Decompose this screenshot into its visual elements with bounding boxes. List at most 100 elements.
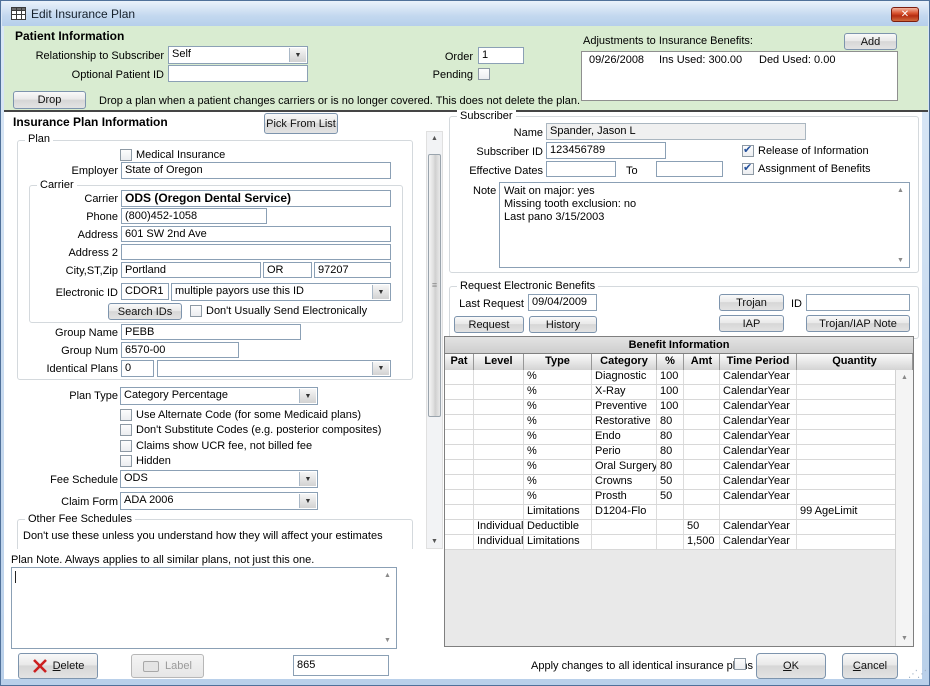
delete-button-label: Delete xyxy=(53,660,85,672)
chevron-down-icon[interactable]: ▼ xyxy=(299,494,316,508)
electronic-id-field[interactable]: CDOR1 xyxy=(121,283,169,300)
drop-button[interactable]: Drop xyxy=(13,91,86,109)
fee-schedule-dropdown[interactable]: ODS ▼ xyxy=(120,470,318,488)
city-field[interactable]: Portland xyxy=(121,262,261,278)
adjustment-row[interactable]: 09/26/2008 Ins Used: 300.00 Ded Used: 0.… xyxy=(582,52,897,66)
scroll-down-icon[interactable]: ▼ xyxy=(896,635,913,642)
subscriber-id-field[interactable]: 123456789 xyxy=(546,142,666,159)
payors-dropdown[interactable]: multiple payors use this ID ▼ xyxy=(171,283,391,301)
column-header[interactable]: Type xyxy=(524,354,592,370)
scroll-up-icon[interactable]: ▲ xyxy=(897,187,904,194)
left-panel-scrollbar[interactable]: ▲ ≡ ▼ xyxy=(426,131,443,549)
delete-button[interactable]: Delete xyxy=(18,653,98,679)
scroll-down-icon[interactable]: ▼ xyxy=(427,538,442,545)
column-header[interactable]: Pat xyxy=(445,354,474,370)
column-header[interactable]: Time Period xyxy=(720,354,797,370)
chevron-down-icon[interactable]: ▼ xyxy=(289,48,306,62)
trojan-button[interactable]: Trojan xyxy=(719,294,784,311)
benefit-cell: Diagnostic xyxy=(592,370,657,384)
pick-from-list-button[interactable]: Pick From List xyxy=(264,113,338,134)
plan-number-field[interactable]: 865 xyxy=(293,655,389,676)
iap-button[interactable]: IAP xyxy=(719,315,784,332)
scroll-up-icon[interactable]: ▲ xyxy=(427,135,442,142)
group-num-field[interactable]: 6570-00 xyxy=(121,342,239,358)
claims-ucr-label: Claims show UCR fee, not billed fee xyxy=(136,440,312,452)
chevron-down-icon[interactable]: ▼ xyxy=(299,472,316,486)
benefit-row[interactable]: %Perio80CalendarYear xyxy=(445,445,896,460)
group-name-field[interactable]: PEBB xyxy=(121,324,301,340)
benefit-row[interactable]: %Oral Surgery80CalendarYear xyxy=(445,460,896,475)
benefit-cell: 80 xyxy=(657,415,684,429)
release-of-information-checkbox[interactable] xyxy=(742,145,754,157)
column-header[interactable]: Category xyxy=(592,354,657,370)
scroll-up-icon[interactable]: ▲ xyxy=(384,572,391,579)
benefit-row[interactable]: %Diagnostic100CalendarYear xyxy=(445,370,896,385)
state-field[interactable]: OR xyxy=(263,262,312,278)
plan-note-textarea[interactable] xyxy=(11,567,397,649)
relationship-dropdown[interactable]: Self ▼ xyxy=(168,46,308,64)
benefit-row[interactable]: %Preventive100CalendarYear xyxy=(445,400,896,415)
address2-field[interactable] xyxy=(121,244,391,260)
assignment-of-benefits-checkbox[interactable] xyxy=(742,163,754,175)
column-header[interactable]: % xyxy=(657,354,684,370)
benefit-row[interactable]: %Crowns50CalendarYear xyxy=(445,475,896,490)
column-header[interactable]: Quantity xyxy=(797,354,913,370)
chevron-down-icon[interactable]: ▼ xyxy=(372,362,389,375)
plan-type-dropdown[interactable]: Category Percentage ▼ xyxy=(120,387,318,405)
benefit-cell xyxy=(797,535,896,549)
carrier-field[interactable]: ODS (Oregon Dental Service) xyxy=(121,190,391,207)
order-field[interactable]: 1 xyxy=(478,47,524,64)
benefit-row[interactable]: %Restorative80CalendarYear xyxy=(445,415,896,430)
last-request-field[interactable]: 09/04/2009 xyxy=(528,294,597,311)
benefit-row[interactable]: %X-Ray100CalendarYear xyxy=(445,385,896,400)
scroll-down-icon[interactable]: ▼ xyxy=(897,257,904,264)
benefit-row[interactable]: IndividualDeductible50CalendarYear xyxy=(445,520,896,535)
scroll-up-icon[interactable]: ▲ xyxy=(896,374,913,381)
benefit-row[interactable]: %Prosth50CalendarYear xyxy=(445,490,896,505)
trojan-id-field[interactable] xyxy=(806,294,910,311)
add-adjustment-button[interactable]: Add xyxy=(844,33,897,50)
request-button[interactable]: Request xyxy=(454,316,524,333)
effective-from-field[interactable] xyxy=(546,161,616,177)
scroll-down-icon[interactable]: ▼ xyxy=(384,637,391,644)
claims-ucr-checkbox[interactable] xyxy=(120,440,132,452)
hidden-checkbox[interactable] xyxy=(120,455,132,467)
subscriber-note-textarea[interactable]: Wait on major: yes Missing tooth exclusi… xyxy=(499,182,910,268)
effective-to-field[interactable] xyxy=(656,161,723,177)
benefit-cell xyxy=(445,430,474,444)
effective-dates-label: Effective Dates xyxy=(463,165,543,177)
identical-plans-field[interactable]: 0 xyxy=(121,360,154,377)
benefit-table-scrollbar[interactable]: ▲ ▼ xyxy=(895,370,913,646)
benefit-row[interactable]: IndividualLimitations1,500CalendarYear xyxy=(445,535,896,550)
benefit-row[interactable]: %Endo80CalendarYear xyxy=(445,430,896,445)
dont-substitute-codes-checkbox[interactable] xyxy=(120,424,132,436)
pending-checkbox[interactable] xyxy=(478,68,490,80)
employer-field[interactable]: State of Oregon xyxy=(121,162,391,179)
benefit-cell: CalendarYear xyxy=(720,370,797,384)
identical-plans-dropdown[interactable]: ▼ xyxy=(157,360,391,377)
cancel-button[interactable]: Cancel xyxy=(842,653,898,679)
address-field[interactable]: 601 SW 2nd Ave xyxy=(121,226,391,242)
history-button[interactable]: History xyxy=(529,316,597,333)
chevron-down-icon[interactable]: ▼ xyxy=(299,389,316,403)
apply-changes-checkbox[interactable] xyxy=(734,658,746,670)
zip-field[interactable]: 97207 xyxy=(314,262,391,278)
phone-field[interactable]: (800)452-1058 xyxy=(121,208,267,224)
label-button[interactable]: Label xyxy=(131,654,204,678)
claim-form-dropdown[interactable]: ADA 2006 ▼ xyxy=(120,492,318,510)
benefit-row[interactable]: LimitationsD1204-Flo99 AgeLimit xyxy=(445,505,896,520)
chevron-down-icon[interactable]: ▼ xyxy=(372,285,389,299)
close-button[interactable]: ✕ xyxy=(891,7,919,22)
column-header[interactable]: Level xyxy=(474,354,524,370)
column-header[interactable]: Amt xyxy=(684,354,720,370)
ok-button[interactable]: OK xyxy=(756,653,826,679)
dont-send-checkbox[interactable] xyxy=(190,305,202,317)
left-panel-scrollbar-thumb[interactable]: ≡ xyxy=(428,154,441,417)
resize-grip[interactable]: ⋰⋰ xyxy=(908,669,926,680)
title-bar[interactable]: Edit Insurance Plan ✕ xyxy=(2,1,928,26)
medical-insurance-checkbox[interactable] xyxy=(120,149,132,161)
optional-patient-id-field[interactable] xyxy=(168,65,308,82)
trojan-iap-note-button[interactable]: Trojan/IAP Note xyxy=(806,315,910,332)
use-alternate-code-checkbox[interactable] xyxy=(120,409,132,421)
search-ids-button[interactable]: Search IDs xyxy=(108,303,182,320)
